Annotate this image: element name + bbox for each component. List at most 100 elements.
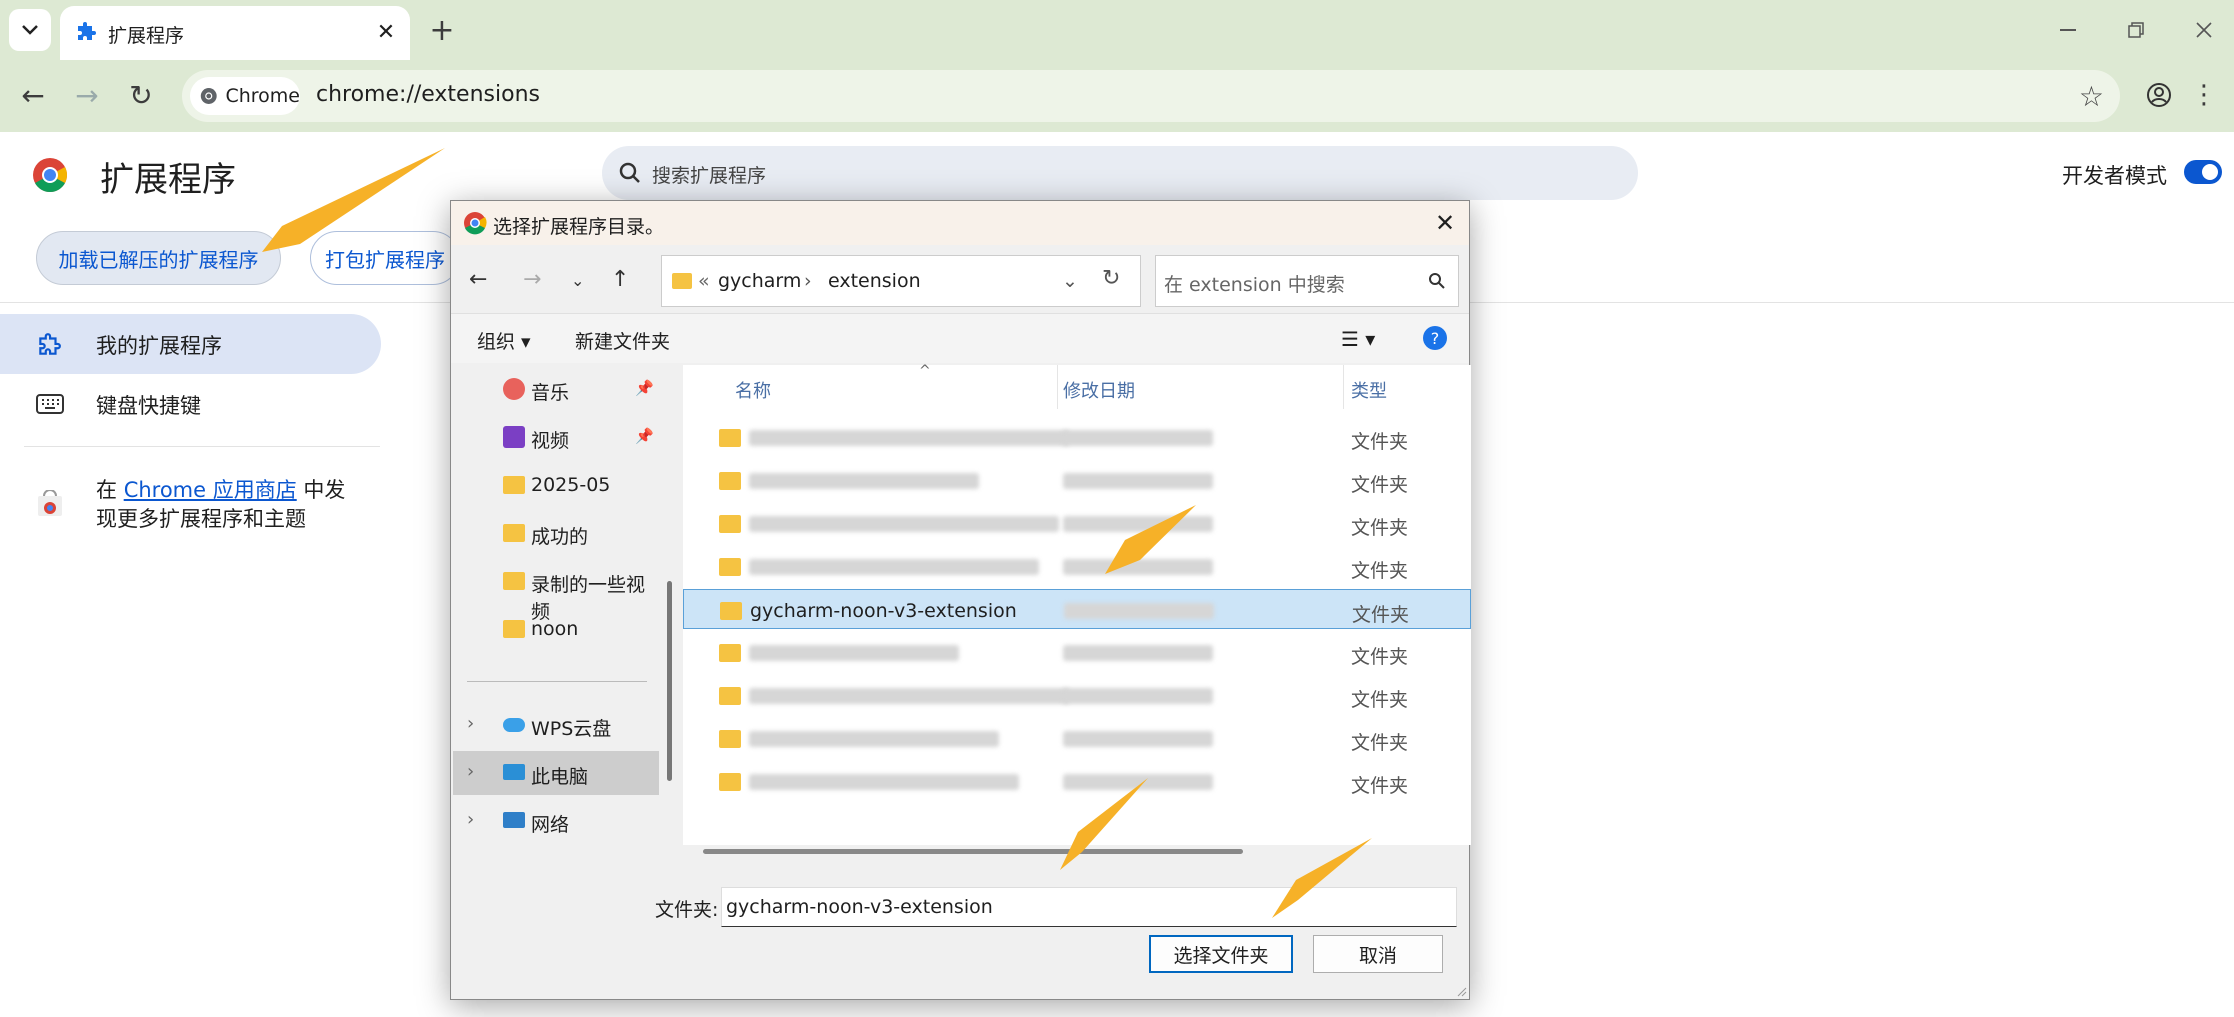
nav-item-music[interactable]: 音乐 📌 bbox=[453, 367, 659, 411]
blurred-file-name bbox=[749, 559, 1039, 575]
nav-item-2025-05[interactable]: 2025-05 bbox=[453, 463, 659, 507]
nav-item-wps-cloud[interactable]: › WPS云盘 bbox=[453, 703, 659, 747]
nav-item-label: WPS云盘 bbox=[531, 718, 612, 740]
column-divider[interactable] bbox=[1057, 365, 1058, 409]
file-list: 名称 ^ 修改日期 类型 文件夹 文件夹 文件夹 文件夹 gycharm-noon-v3… bbox=[683, 363, 1471, 854]
back-button[interactable]: ← bbox=[10, 72, 56, 118]
folder-name-input[interactable]: gycharm-noon-v3-extension bbox=[721, 887, 1457, 927]
address-breadcrumb[interactable]: « gycharm › extension ⌄ ↻ bbox=[661, 255, 1141, 307]
tab-search-button[interactable] bbox=[9, 9, 51, 51]
breadcrumb-extension[interactable]: extension bbox=[828, 270, 921, 292]
nav-item-this-pc[interactable]: › 此电脑 bbox=[453, 751, 659, 795]
file-row[interactable]: 文件夹 bbox=[683, 761, 1471, 801]
blurred-modified-date bbox=[1063, 430, 1213, 446]
breadcrumb-gycharm[interactable]: gycharm bbox=[718, 270, 801, 292]
puzzle-icon bbox=[78, 22, 96, 40]
overflow-chevron-icon[interactable]: « bbox=[698, 270, 710, 292]
pin-icon: 📌 bbox=[635, 379, 654, 397]
file-row[interactable]: gycharm-noon-v3-extension 文件夹 bbox=[683, 589, 1471, 629]
help-icon[interactable]: ? bbox=[1423, 326, 1447, 350]
file-row[interactable]: 文件夹 bbox=[683, 460, 1471, 500]
resize-grip-icon[interactable] bbox=[1455, 985, 1467, 997]
column-type-header[interactable]: 类型 bbox=[1351, 377, 1387, 403]
load-unpacked-button[interactable]: 加载已解压的扩展程序 bbox=[36, 231, 281, 285]
file-row[interactable]: 文件夹 bbox=[683, 675, 1471, 715]
tab-close-icon[interactable]: ✕ bbox=[372, 18, 400, 46]
blurred-modified-date bbox=[1063, 688, 1213, 704]
keyboard-icon bbox=[36, 394, 64, 414]
forward-arrow-icon: → bbox=[75, 78, 99, 112]
nav-item-success[interactable]: 成功的 bbox=[453, 511, 659, 555]
file-row[interactable]: 文件夹 bbox=[683, 546, 1471, 586]
navigation-pane: 音乐 📌 视频 📌 2025-05 成功的 录制的一些视频 noon › WPS… bbox=[453, 365, 663, 865]
view-options-icon[interactable]: ☰ ▾ bbox=[1341, 327, 1375, 351]
restore-button[interactable] bbox=[2118, 14, 2154, 46]
expand-chevron-icon[interactable]: › bbox=[467, 761, 474, 782]
blurred-file-name bbox=[749, 774, 1019, 790]
recent-locations-chevron-icon[interactable]: ⌄ bbox=[571, 271, 584, 290]
new-tab-button[interactable]: + bbox=[424, 12, 460, 48]
select-folder-button[interactable]: 选择文件夹 bbox=[1149, 935, 1293, 973]
nav-scrollbar-thumb[interactable] bbox=[667, 581, 672, 781]
folder-icon bbox=[503, 572, 525, 590]
organize-menu[interactable]: 组织 ▾ bbox=[477, 327, 531, 354]
nav-item-noon[interactable]: noon bbox=[453, 607, 659, 651]
address-bar[interactable]: Chrome chrome://extensions ☆ bbox=[182, 70, 2120, 122]
extensions-search-input[interactable]: 搜索扩展程序 bbox=[602, 146, 1638, 200]
url-text[interactable]: chrome://extensions bbox=[316, 82, 540, 107]
folder-icon bbox=[672, 273, 692, 289]
dialog-search-input[interactable]: 在 extension 中搜索 bbox=[1155, 255, 1459, 307]
profile-button[interactable] bbox=[2136, 72, 2182, 118]
file-type: 文件夹 bbox=[1351, 775, 1409, 797]
column-divider[interactable] bbox=[1343, 365, 1344, 409]
store-prefix: 在 bbox=[96, 478, 124, 502]
dialog-navigation-bar: ← → ⌄ ↑ « gycharm › extension ⌄ ↻ 在 exte… bbox=[451, 245, 1469, 313]
developer-mode-label: 开发者模式 bbox=[2062, 164, 2167, 188]
dialog-back-button[interactable]: ← bbox=[469, 267, 487, 292]
column-name-header[interactable]: 名称 bbox=[735, 377, 771, 403]
file-row[interactable]: 文件夹 bbox=[683, 718, 1471, 758]
refresh-icon[interactable]: ↻ bbox=[1102, 266, 1120, 291]
file-row[interactable]: 文件夹 bbox=[683, 417, 1471, 457]
forward-button[interactable]: → bbox=[64, 72, 110, 118]
path-dropdown-icon[interactable]: ⌄ bbox=[1062, 270, 1078, 292]
bookmark-star-icon[interactable]: ☆ bbox=[2079, 80, 2104, 113]
network-icon bbox=[503, 812, 525, 828]
dialog-forward-button[interactable]: → bbox=[523, 267, 541, 292]
window-close-button[interactable] bbox=[2186, 14, 2222, 46]
minimize-button[interactable] bbox=[2050, 14, 2086, 46]
breadcrumb-separator-icon: › bbox=[804, 270, 812, 292]
tab-extensions[interactable]: 扩展程序 ✕ bbox=[60, 6, 410, 60]
site-chip[interactable]: Chrome bbox=[190, 77, 300, 115]
developer-mode-toggle[interactable] bbox=[2184, 160, 2222, 184]
puzzle-outline-icon bbox=[39, 333, 61, 355]
expand-chevron-icon[interactable]: › bbox=[467, 809, 474, 830]
chevron-down-icon bbox=[22, 25, 38, 35]
nav-item-recorded-videos[interactable]: 录制的一些视频 bbox=[453, 559, 659, 623]
sidebar-divider bbox=[24, 446, 380, 447]
new-folder-button[interactable]: 新建文件夹 bbox=[575, 327, 670, 354]
nav-item-video[interactable]: 视频 📌 bbox=[453, 415, 659, 459]
horizontal-scrollbar[interactable] bbox=[703, 849, 1243, 854]
web-store-promo: 在 Chrome 应用商店 中发现更多扩展程序和主题 bbox=[96, 476, 356, 534]
pack-extension-button[interactable]: 打包扩展程序 bbox=[310, 231, 460, 285]
sidebar-item-my-extensions[interactable]: 我的扩展程序 bbox=[0, 314, 381, 374]
up-folder-button[interactable]: ↑ bbox=[611, 267, 629, 292]
reload-icon: ↻ bbox=[129, 78, 153, 112]
expand-chevron-icon[interactable]: › bbox=[467, 713, 474, 734]
chrome-web-store-link[interactable]: Chrome 应用商店 bbox=[124, 478, 297, 502]
pin-icon: 📌 bbox=[635, 427, 654, 445]
reload-button[interactable]: ↻ bbox=[118, 72, 164, 118]
nav-item-network[interactable]: › 网络 bbox=[453, 799, 659, 843]
file-row[interactable]: 文件夹 bbox=[683, 503, 1471, 543]
file-row[interactable]: 文件夹 bbox=[683, 632, 1471, 672]
cancel-button[interactable]: 取消 bbox=[1313, 935, 1443, 973]
dialog-close-button[interactable]: ✕ bbox=[1427, 207, 1463, 239]
folder-icon bbox=[719, 515, 741, 533]
blurred-modified-date bbox=[1063, 774, 1213, 790]
dialog-title-bar: 选择扩展程序目录。 ✕ bbox=[451, 201, 1469, 245]
sidebar-item-keyboard-shortcuts[interactable]: 键盘快捷键 bbox=[0, 374, 381, 434]
folder-icon bbox=[719, 472, 741, 490]
column-date-header[interactable]: 修改日期 bbox=[1063, 377, 1135, 403]
menu-button[interactable]: ⋮ bbox=[2186, 72, 2222, 118]
